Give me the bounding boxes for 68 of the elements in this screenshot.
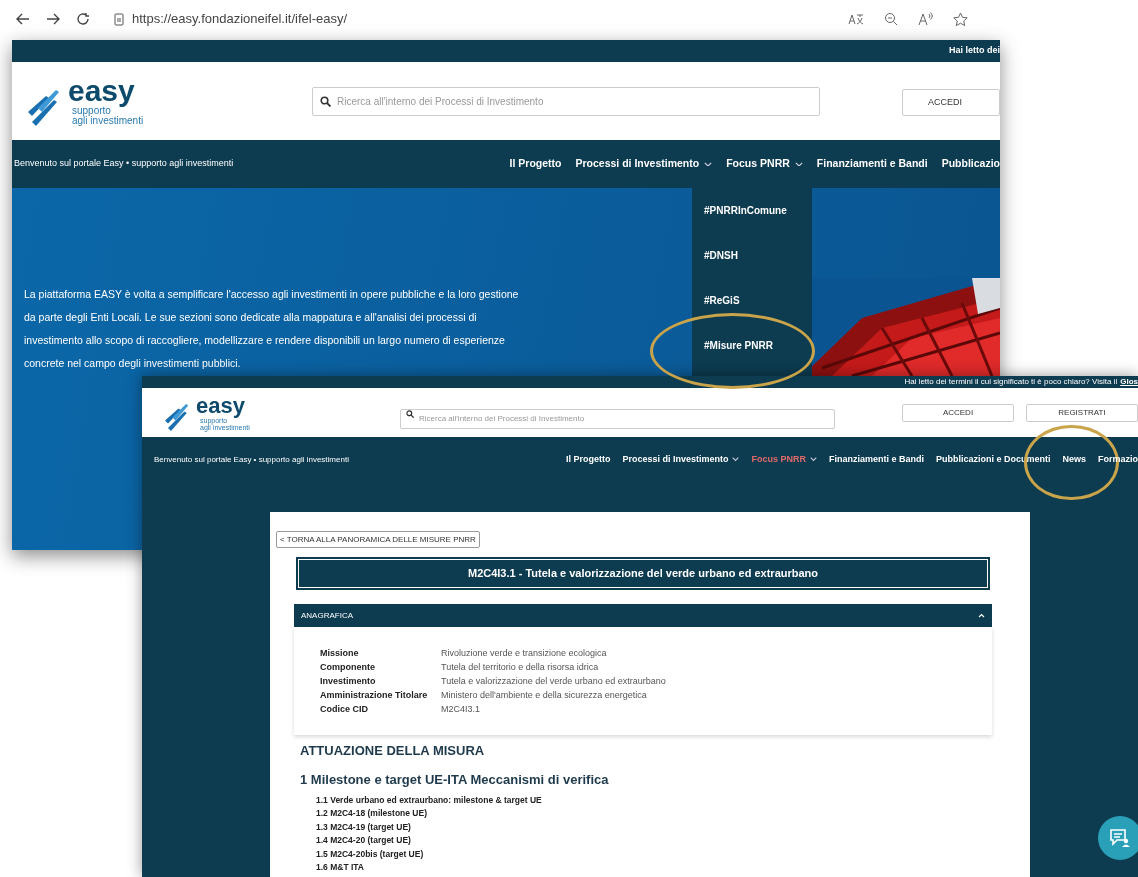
field-label: Investimento — [320, 675, 377, 689]
anagrafica-bar[interactable]: ANAGRAFICA — [294, 604, 992, 627]
chat-button[interactable] — [1098, 816, 1138, 860]
dropdown-item[interactable]: #ReGiS — [692, 278, 812, 323]
nav-link[interactable]: Focus PNRR — [726, 156, 803, 172]
logo-text: easy — [196, 394, 246, 417]
outline-item[interactable]: 1.4 M2C4-20 (target UE) — [300, 834, 609, 848]
field-label: Codice CID — [320, 703, 369, 717]
login-button[interactable]: ACCEDI — [902, 89, 1000, 116]
nav-link[interactable]: Focus PNRR — [751, 452, 817, 467]
translate-icon[interactable] — [848, 12, 864, 26]
login-button[interactable]: ACCEDI — [902, 404, 1014, 422]
search-icon — [320, 96, 331, 107]
url-text[interactable]: https://easy.fondazioneifel.it/ifel-easy/ — [132, 9, 348, 29]
register-button[interactable]: REGISTRATI — [1026, 404, 1138, 422]
nav-link[interactable]: Pubblicazio — [941, 156, 1000, 172]
welcome-text: Benvenuto sul portale Easy • supporto agli investimenti — [13, 157, 234, 171]
chat-icon — [1109, 828, 1131, 848]
logo-text: easy — [68, 76, 136, 106]
refresh-icon[interactable] — [76, 12, 90, 26]
glossary-link[interactable]: Glos — [1120, 377, 1138, 387]
search-field[interactable]: Ricerca all'interno dei Processi di Investimento — [400, 408, 835, 429]
dropdown-item[interactable]: #DNSH — [692, 233, 812, 278]
page-title: M2C4I3.1 - Tutela e valorizzazione del verde urbano ed extraurbano — [298, 559, 988, 588]
outline-item[interactable]: 1.2 M2C4-18 (milestone UE) — [300, 807, 609, 821]
back-button[interactable]: < TORNA ALLA PANORAMICA DELLE MISURE PNRR — [276, 531, 480, 548]
caret-icon — [809, 457, 817, 462]
field-value: Tutela del territorio e della risorsa idrica — [441, 661, 599, 675]
field-value: Ministero dell'ambiente e della sicurezza energetica — [441, 689, 647, 703]
outline-heading[interactable]: 1 Milestone e target UE-ITA Meccanismi di verifica — [300, 770, 609, 790]
nav-link[interactable]: Processi di Investimento — [622, 452, 740, 467]
read-aloud-icon[interactable] — [918, 12, 933, 26]
caret-icon — [704, 161, 713, 167]
field-value: Tutela e valorizzazione del verde urbano ed extraurbano — [441, 675, 666, 689]
search-field[interactable]: Ricerca all'interno dei Processi di Investimento — [312, 87, 820, 116]
zoom-icon[interactable] — [884, 12, 898, 26]
intro-paragraph: La piattaforma EASY è volta a semplificare l'accesso agli investimenti in opere pubbliche e la loro gestione da parte degli Enti Locali. Le sue sezioni sono dedicate alla mappatura e all'analisi dei processi di investimento allo scopo di raccogliere, modellizzare e rendere disponibili un largo numero di esperienze concrete nel campo degli investimenti pubblici. — [24, 287, 520, 371]
section-title: ATTUAZIONE DELLA MISURA — [300, 742, 485, 760]
outline-item[interactable]: 1.3 M2C4-19 (target UE) — [300, 820, 609, 834]
field-label: Amministrazione Titolare — [320, 689, 429, 703]
caret-icon — [732, 457, 740, 462]
nav-link[interactable]: Processi di Investimento — [575, 156, 713, 172]
field-value: M2C4I3.1 — [441, 703, 481, 717]
outline-item[interactable]: 1.6 M&T ITA — [300, 861, 609, 875]
nav-link[interactable]: Finanziamenti e Bandi — [828, 452, 924, 467]
welcome-text: Benvenuto sul portale Easy • supporto agli investimenti — [153, 453, 349, 466]
notice-text: Hai letto dei termini il cui significato ti è poco chiaro? Visita il — [904, 377, 1118, 387]
outline-item[interactable]: 1.1 Verde urbano ed extraurbano: milestone & target UE — [300, 793, 609, 807]
logo-tagline: agli investimenti — [71, 116, 144, 126]
outline-item[interactable]: 1.5 M2C4-20bis (target UE) — [300, 847, 609, 861]
logo-tagline: supporto — [72, 106, 111, 116]
field-label: Componente — [320, 661, 376, 675]
search-icon — [406, 410, 414, 418]
star-icon[interactable] — [953, 11, 968, 27]
section-header: ANAGRAFICA — [301, 609, 353, 622]
back-icon[interactable] — [16, 12, 30, 26]
nav-link[interactable]: Finanziamenti e Bandi — [816, 156, 928, 172]
forward-icon[interactable] — [46, 12, 60, 26]
caret-icon — [794, 161, 803, 167]
field-value: Rivoluzione verde e transizione ecologica — [441, 647, 607, 661]
nav-link[interactable]: Il Progetto — [565, 452, 611, 467]
nav-link[interactable]: News — [1062, 452, 1086, 467]
notice-text: Hai letto dei — [949, 44, 1000, 58]
dropdown-item[interactable]: #Misure PNRR — [692, 323, 812, 368]
field-label: Missione — [320, 647, 360, 661]
dropdown-item[interactable]: #PNRRInComune — [692, 188, 812, 233]
page-icon[interactable] — [114, 12, 124, 26]
nav-link[interactable]: Il Progetto — [509, 156, 562, 172]
